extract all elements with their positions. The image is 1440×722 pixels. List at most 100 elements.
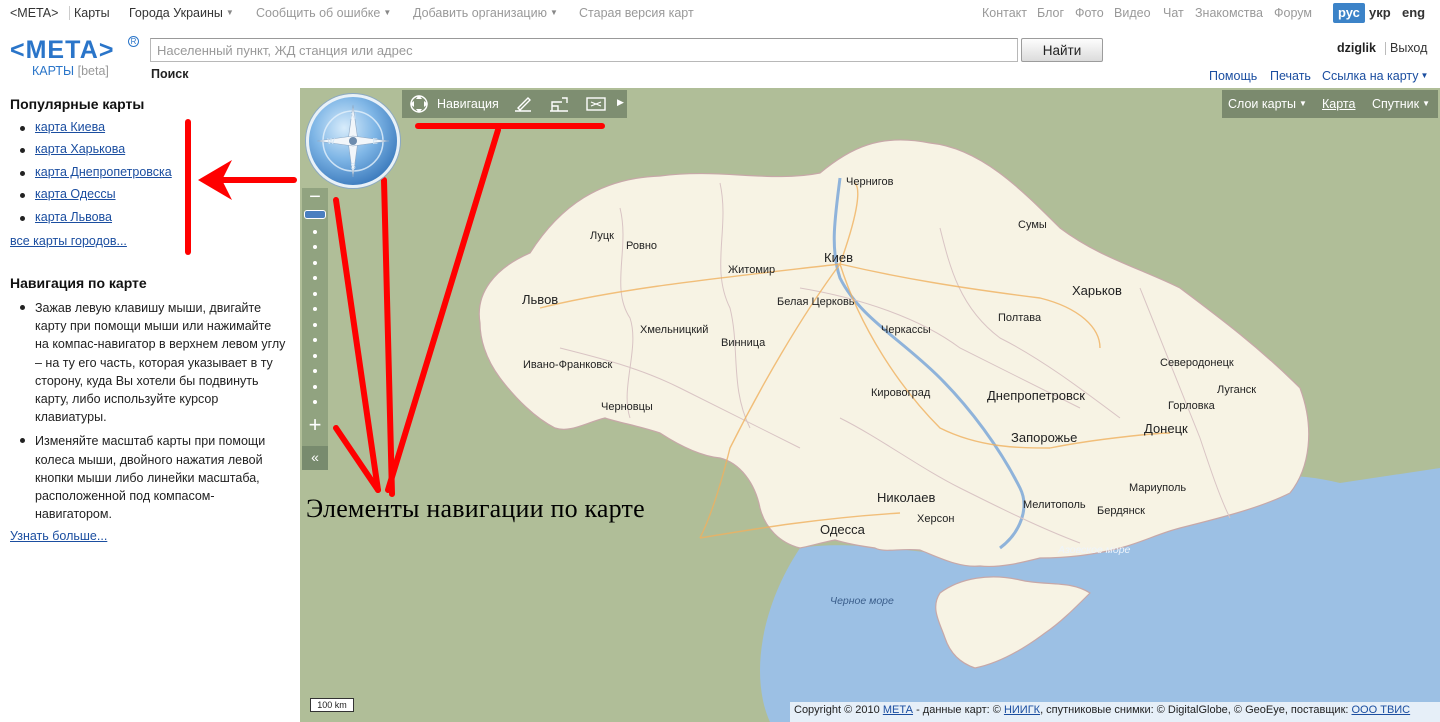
zoom-tick[interactable]	[313, 307, 317, 311]
search-input[interactable]	[150, 38, 1018, 62]
search-button[interactable]: Найти	[1021, 38, 1103, 62]
popular-maps-list: карта Киева карта Харькова карта Днепроп…	[16, 120, 172, 232]
zoom-in-icon[interactable]: +	[305, 414, 325, 436]
measure-area-icon[interactable]	[548, 94, 570, 114]
search-label: Поиск	[151, 67, 189, 81]
help-link[interactable]: Помощь	[1209, 69, 1257, 83]
logo-maps: КАРТЫ	[32, 64, 75, 78]
layers-dropdown[interactable]: Слои карты ▼	[1228, 97, 1307, 111]
lang-uk[interactable]: укр	[1364, 3, 1396, 23]
niigk-link[interactable]: НИИГК	[1004, 704, 1040, 716]
chevron-down-icon: ▼	[1298, 99, 1307, 108]
map-odessa-link[interactable]: карта Одессы	[35, 187, 116, 201]
list-item: карта Харькова	[16, 142, 172, 164]
list-item: карта Одессы	[16, 187, 172, 209]
map-kharkov-link[interactable]: карта Харькова	[35, 142, 125, 156]
sea-label: Черное море	[830, 595, 894, 607]
chevron-down-icon: ▼	[1420, 71, 1429, 80]
nav-video[interactable]: Видео	[1114, 6, 1151, 20]
city-label: Винница	[721, 337, 766, 349]
nav-contact[interactable]: Контакт	[982, 6, 1027, 20]
zoom-tick[interactable]	[313, 245, 317, 249]
nav-report-error[interactable]: Сообщить об ошибке ▼	[256, 6, 391, 20]
top-navigation: <META> Карты Города Украины ▼ Сообщить об…	[0, 0, 1440, 26]
zoom-tick[interactable]	[313, 230, 317, 234]
map-mode-button[interactable]: Карта	[1322, 97, 1355, 111]
user-name[interactable]: dziglik	[1337, 41, 1376, 55]
chevron-down-icon: ▼	[225, 8, 234, 17]
zoom-tick[interactable]	[313, 369, 317, 373]
map-canvas[interactable]: Киев Харьков Днепропетровск Запорожье До…	[300, 88, 1440, 722]
city-label: Луганск	[1217, 384, 1257, 396]
all-cities-link[interactable]: все карты городов...	[10, 234, 127, 248]
chevron-right-icon[interactable]: ▶	[617, 97, 624, 108]
zoom-tick[interactable]	[313, 400, 317, 404]
zoom-tick[interactable]	[313, 323, 317, 327]
city-label: Черновцы	[601, 401, 653, 413]
svg-text:E: E	[372, 137, 377, 146]
city-label: Мариуполь	[1129, 482, 1187, 494]
city-label: Одесса	[820, 522, 865, 537]
zoom-handle[interactable]	[304, 210, 326, 219]
share-link[interactable]: Ссылка на карту ▼	[1322, 69, 1428, 83]
city-label: Горловка	[1168, 400, 1215, 412]
zoom-slider[interactable]: − + «	[302, 187, 328, 470]
nav-dating[interactable]: Знакомства	[1195, 6, 1263, 20]
compass-icon: N E W S	[316, 104, 390, 178]
sidebar: Популярные карты карта Киева карта Харьк…	[0, 88, 300, 722]
satellite-dropdown[interactable]: Спутник ▼	[1372, 97, 1430, 111]
compass-navigator[interactable]: N E W S	[306, 94, 400, 188]
copyright-bar: Copyright © 2010 МЕТА - данные карт: © Н…	[790, 702, 1440, 722]
layers-panel: Слои карты ▼ Карта Спутник ▼	[1222, 90, 1438, 118]
map-toolbar: Навигация ▶	[402, 90, 627, 118]
ruler-pencil-icon[interactable]	[512, 94, 534, 114]
tvis-link[interactable]: ООО ТВИС	[1352, 704, 1411, 716]
map-lvov-link[interactable]: карта Львова	[35, 210, 112, 224]
copyright-text: Copyright © 2010	[794, 704, 883, 716]
zoom-tick[interactable]	[313, 261, 317, 265]
print-link[interactable]: Печать	[1270, 69, 1311, 83]
nav-chat[interactable]: Чат	[1163, 6, 1184, 20]
nav-report-error-label: Сообщить об ошибке	[256, 6, 381, 20]
city-label: Житомир	[728, 264, 776, 276]
layers-label: Слои карты	[1228, 97, 1296, 111]
nav-cities[interactable]: Города Украины ▼	[129, 6, 234, 20]
zoom-tick[interactable]	[313, 338, 317, 342]
list-item: карта Львова	[16, 210, 172, 232]
lang-ru[interactable]: рус	[1333, 3, 1365, 23]
navigation-tool-label[interactable]: Навигация	[437, 97, 499, 111]
chevron-down-icon: ▼	[549, 8, 558, 17]
divider	[69, 6, 70, 20]
print-area-icon[interactable]	[585, 94, 607, 114]
meta-logo[interactable]: <МЕТА> R КАРТЫ [beta]	[10, 36, 140, 82]
svg-text:W: W	[327, 137, 335, 146]
nav-forum[interactable]: Форум	[1274, 6, 1312, 20]
collapse-panel-icon[interactable]: «	[302, 446, 328, 470]
learn-more-link[interactable]: Узнать больше...	[10, 529, 107, 543]
map-dnepr-link[interactable]: карта Днепропетровска	[35, 165, 172, 179]
lang-en[interactable]: eng	[1397, 3, 1430, 23]
brand-link[interactable]: <META>	[10, 6, 58, 20]
zoom-tick[interactable]	[313, 292, 317, 296]
city-label: Луцк	[590, 230, 614, 242]
popular-maps-title: Популярные карты	[10, 96, 145, 112]
meta-link[interactable]: МЕТА	[883, 704, 913, 716]
logo-wordmark: <МЕТА>	[10, 36, 115, 64]
logout-link[interactable]: Выход	[1390, 41, 1427, 55]
nav-maps[interactable]: Карты	[74, 6, 110, 20]
logo-subtitle: КАРТЫ [beta]	[32, 64, 109, 78]
nav-add-org-label: Добавить организацию	[413, 6, 547, 20]
zoom-tick[interactable]	[313, 385, 317, 389]
chevron-down-icon: ▼	[1422, 99, 1431, 108]
nav-photo[interactable]: Фото	[1075, 6, 1104, 20]
city-label: Кировоград	[871, 387, 931, 399]
navigation-help-list: Зажав левую клавишу мыши, двигайте карту…	[16, 299, 286, 529]
map-kiev-link[interactable]: карта Киева	[35, 120, 105, 134]
nav-add-org[interactable]: Добавить организацию ▼	[413, 6, 558, 20]
zoom-tick[interactable]	[313, 354, 317, 358]
nav-old-version[interactable]: Старая версия карт	[579, 6, 694, 20]
pan-arrows-icon[interactable]	[408, 94, 430, 114]
nav-blog[interactable]: Блог	[1037, 6, 1064, 20]
zoom-tick[interactable]	[313, 276, 317, 280]
zoom-out-icon[interactable]: −	[305, 187, 325, 208]
